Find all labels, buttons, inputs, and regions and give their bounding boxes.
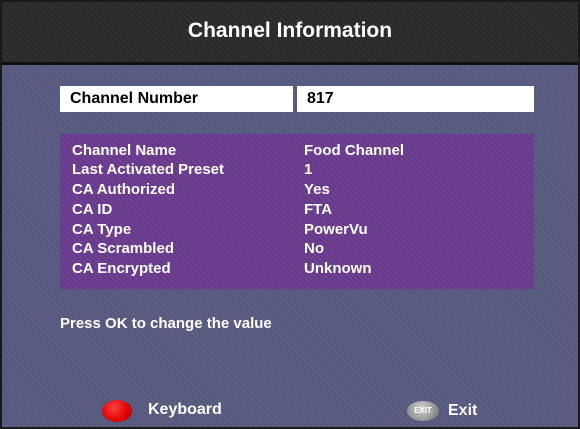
red-button-icon [102,400,132,422]
exit-button[interactable]: EXIT Exit [407,400,507,424]
channel-number-field[interactable]: 817 [297,86,534,112]
exit-icon: EXIT [407,401,439,421]
info-label: CA Type [72,221,132,238]
info-row-ca-authorized: CA Authorized Yes [60,181,534,199]
info-value: Food Channel [304,142,404,159]
info-value: No [304,240,324,257]
info-label: CA Authorized [72,181,176,198]
info-value: FTA [304,201,333,218]
info-row-channel-name: Channel Name Food Channel [60,142,534,160]
info-label: Last Activated Preset [72,161,225,178]
keyboard-label: Keyboard [148,401,222,418]
info-row-last-activated-preset: Last Activated Preset 1 [60,161,534,179]
info-row-ca-encrypted: CA Encrypted Unknown [60,260,534,278]
info-label: CA Scrambled [72,240,174,257]
hint-text: Press OK to change the value [60,315,272,332]
channel-info-screen: Channel Information Channel Number 817 C… [0,0,580,429]
info-label: Channel Name [72,142,177,159]
info-label: CA ID [72,201,113,218]
info-value: 1 [304,161,313,178]
info-row-ca-id: CA ID FTA [60,201,534,219]
channel-info-panel: Channel Name Food Channel Last Activated… [60,134,534,289]
channel-number-label: Channel Number [60,86,293,112]
keyboard-button[interactable]: Keyboard [102,398,252,424]
info-label: CA Encrypted [72,260,171,277]
info-value: PowerVu [304,221,368,238]
info-row-ca-type: CA Type PowerVu [60,221,534,239]
channel-number-row[interactable]: Channel Number 817 [60,86,534,112]
title-bar: Channel Information [2,2,578,65]
info-value: Unknown [304,260,372,277]
info-value: Yes [304,181,330,198]
info-row-ca-scrambled: CA Scrambled No [60,240,534,258]
exit-label: Exit [448,402,478,419]
page-title: Channel Information [187,19,393,42]
